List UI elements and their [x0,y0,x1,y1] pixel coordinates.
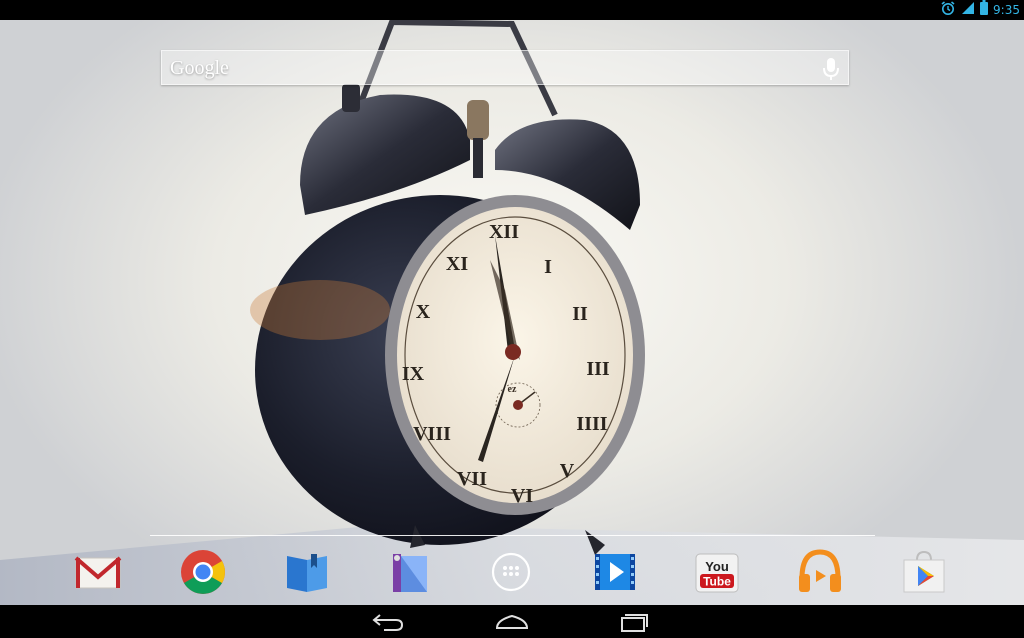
wallpaper: XII I II III IIII V VI VII VIII IX X XI … [0,20,1024,605]
navigation-bar [0,605,1024,638]
recent-apps-icon[interactable] [610,610,656,634]
signal-icon [961,1,975,20]
clock-numeral: VI [511,485,533,507]
status-time: 9:35 [993,3,1020,17]
clock-numeral: X [416,301,431,323]
alarm-clock-wallpaper: XII I II III IIII V VI VII VIII IX X XI … [0,20,1024,605]
youtube-icon[interactable]: YouTube You Tube [691,546,743,598]
gmail-icon[interactable]: Gmail [72,546,124,598]
clock-numeral: V [560,460,575,482]
play-music-icon[interactable]: Play Music [794,546,846,598]
chrome-icon[interactable]: Chrome [177,546,229,598]
play-movies-icon[interactable]: Play Movies [589,546,641,598]
clock-numeral: III [586,358,610,380]
play-store-icon[interactable]: Play Store [898,546,950,598]
status-icons: 9:35 [940,0,1020,20]
google-search-bar[interactable]: Google [161,50,849,85]
clock-numeral: IIII [576,413,607,435]
clock-numeral: II [572,303,588,325]
battery-icon [980,0,989,20]
alarm-icon [940,0,956,21]
play-magazines-icon[interactable]: Play Magazines [383,546,435,598]
clock-numeral: VIII [413,423,451,445]
status-bar: 9:35 [0,0,1024,20]
youtube-logo-bottom: Tube [703,575,731,589]
dock-divider [150,535,875,536]
play-books-icon[interactable]: Play Books [281,546,333,598]
clock-numeral: VII [457,468,487,490]
dock: Gmail Chrome Play Books Play Magazines A… [0,540,1024,602]
youtube-logo-top: You [705,559,729,574]
clock-numeral: IX [402,363,425,385]
back-icon[interactable] [366,610,412,634]
clock-brand: ez [508,384,517,395]
clock-numeral: XI [446,253,468,275]
home-icon[interactable] [489,610,535,634]
app-drawer-icon[interactable]: Apps [485,546,537,598]
google-logo: Google [170,57,229,79]
clock-numeral: XII [489,221,519,243]
microphone-icon[interactable] [822,57,840,81]
clock-numeral: I [544,256,552,278]
